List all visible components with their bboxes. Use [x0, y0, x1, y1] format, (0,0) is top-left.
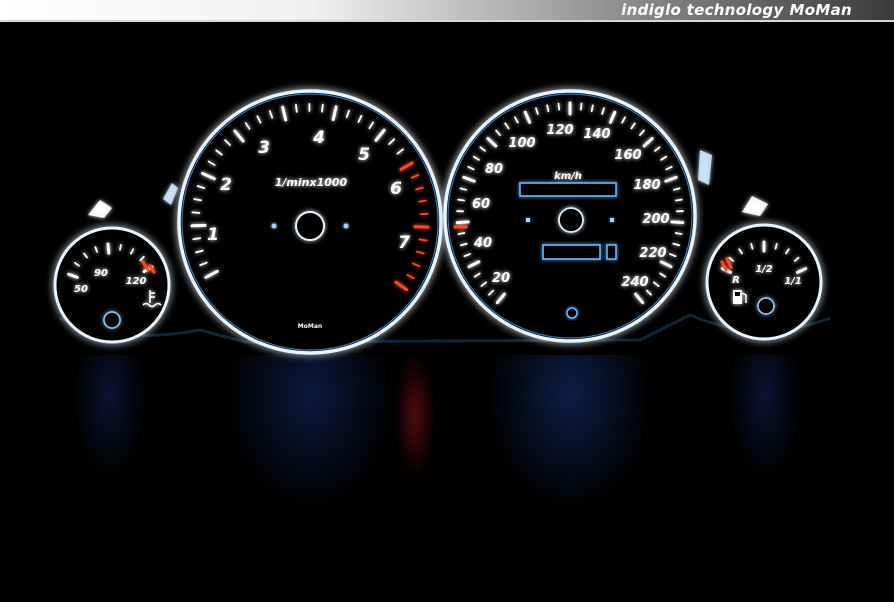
tachometer-indicator-left: [271, 223, 277, 229]
tachometer-label-3: 3: [258, 138, 270, 158]
tachometer-unit-label: 1/minx1000: [275, 176, 348, 189]
speedometer-minor-tick: [457, 198, 466, 202]
tachometer-label-7: 7: [398, 233, 410, 253]
warning-lamp-speed-side: [698, 150, 712, 185]
tachometer-minor-tick: [295, 103, 298, 113]
fuel-needle-hub: [757, 297, 775, 315]
speedometer-unit-label: km/h: [554, 171, 582, 182]
warning-lamp-tach-side: [163, 183, 178, 205]
cluster-housing: [59, 313, 831, 344]
trip-odometer-window: [519, 182, 617, 197]
speedometer-indicator-right: [610, 218, 614, 222]
speedometer-label-200: 200: [642, 212, 669, 227]
speedometer-label-100: 100: [508, 136, 535, 151]
tachometer-minor-tick: [191, 211, 201, 214]
speedometer-indicator-left: [526, 218, 530, 222]
tachometer-label-6: 6: [390, 179, 402, 199]
temperature-label-90: 90: [94, 268, 108, 279]
tachometer-minor-tick: [192, 237, 202, 241]
speedometer-label-80: 80: [485, 162, 503, 177]
warning-lamp-left: [88, 200, 112, 218]
temperature-gauge-minor-tick: [119, 243, 122, 251]
temperature-needle-hub: [103, 311, 121, 329]
speedometer-minor-tick: [674, 198, 683, 202]
speedometer-minor-tick: [457, 232, 466, 235]
speedometer-minor-tick: [546, 104, 550, 113]
speedometer: 20 40 60 80 100 120 140 160 180 200 220 …: [443, 89, 697, 343]
trip-reset-knob: [566, 307, 578, 319]
temperature-label-50: 50: [74, 284, 88, 295]
tachometer-label-4: 4: [312, 128, 325, 148]
warning-lamp-right: [742, 196, 768, 216]
speedometer-label-60: 60: [472, 197, 490, 212]
speedometer-label-220: 220: [639, 246, 666, 261]
speedometer-label-140: 140: [583, 127, 610, 142]
tachometer-label-5: 5: [358, 145, 370, 165]
speedometer-label-120: 120: [546, 123, 573, 138]
speedometer-label-240: 240: [621, 275, 648, 290]
tachometer-label-1: 1: [207, 225, 219, 245]
speedometer-label-180: 180: [633, 178, 660, 193]
tachometer-indicator-right: [343, 223, 349, 229]
temperature-label-120: 120: [126, 276, 147, 287]
tachometer-redline-major-tick: [413, 225, 430, 229]
tachometer-redline-minor-tick: [418, 199, 427, 203]
speedometer-label-40: 40: [473, 236, 492, 251]
tachometer: 1 2 3 4 5 6 7 1/minx1000 MoMan: [177, 89, 443, 355]
temperature-gauge: 50 90 120: [53, 226, 171, 344]
speedometer-minor-tick: [590, 104, 594, 113]
speedometer-label-20: 20: [492, 271, 510, 286]
speedometer-needle-hub: [558, 207, 584, 233]
fuel-label-reserve: R: [732, 275, 740, 286]
cluster-reflection: [0, 355, 894, 602]
fuel-label-full: 1/1: [784, 276, 802, 287]
fuel-gauge: R 1/2 1/1: [705, 223, 823, 341]
tachometer-minor-tick: [321, 103, 324, 113]
tachometer-label-2: 2: [220, 175, 232, 195]
speedometer-major-tick: [670, 220, 685, 225]
tachometer-needle-hub: [295, 211, 325, 241]
speedometer-major-tick: [455, 220, 470, 225]
speedometer-minor-tick: [557, 102, 561, 111]
speedometer-minor-tick: [579, 102, 583, 111]
fuel-label-half: 1/2: [755, 264, 773, 275]
tachometer-redline-minor-tick: [418, 238, 428, 242]
odometer-window: [542, 244, 601, 260]
temperature-gauge-major-tick: [106, 242, 111, 255]
speedometer-label-160: 160: [614, 148, 641, 163]
speedometer-minor-tick: [674, 232, 683, 235]
tachometer-maker-label: MoMan: [298, 323, 322, 330]
trip-reset-window: [606, 244, 617, 260]
